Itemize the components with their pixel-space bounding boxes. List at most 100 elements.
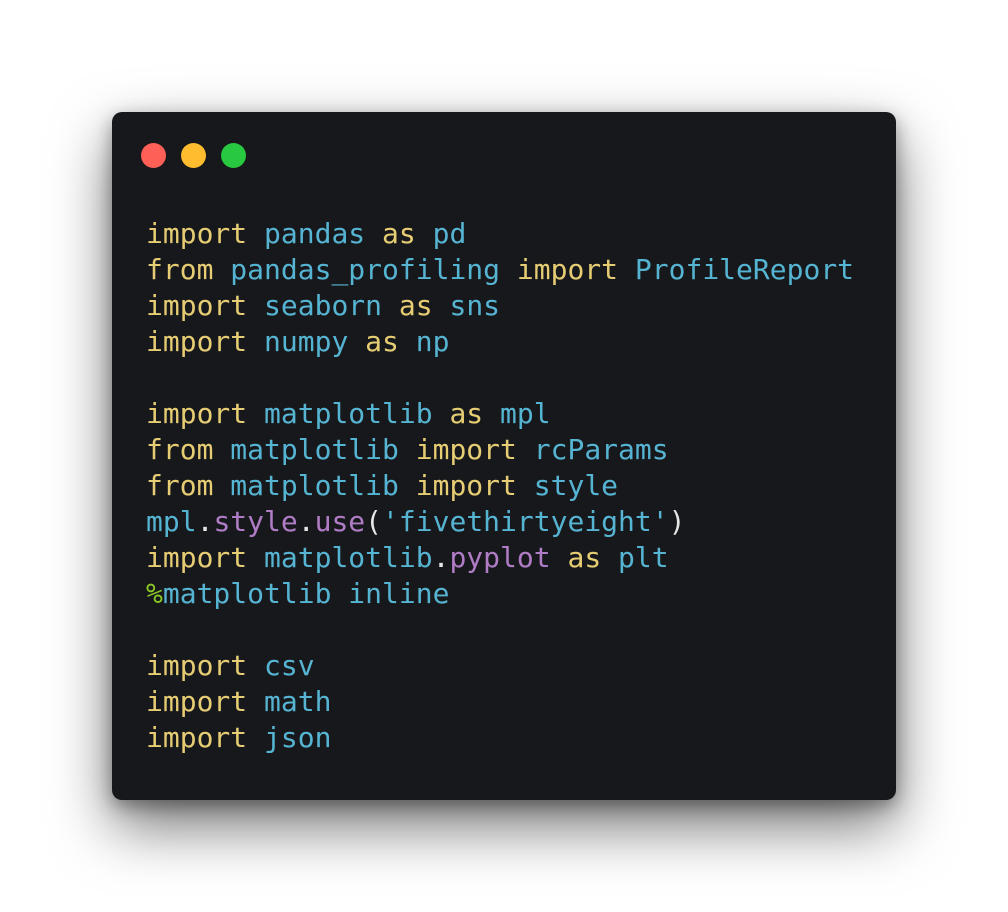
code-token-keyword: import	[146, 541, 248, 574]
maximize-button[interactable]	[221, 143, 246, 168]
code-token-name: matplotlib	[230, 469, 399, 502]
code-token-name: np	[415, 325, 450, 358]
code-token-name: seaborn	[264, 289, 383, 322]
code-token-string: 'fivethirtyeight'	[382, 505, 669, 538]
code-token-name: matplotlib	[230, 433, 399, 466]
code-token-magic: %	[146, 577, 163, 610]
code-token-keyword: import	[146, 397, 248, 430]
code-token-name: pandas	[264, 217, 366, 250]
code-line: import matplotlib as mpl	[146, 396, 854, 432]
code-token-keyword: from	[146, 433, 214, 466]
code-token-keyword: from	[146, 469, 214, 502]
code-token-name: json	[264, 721, 332, 754]
minimize-button[interactable]	[181, 143, 206, 168]
code-token-name: pd	[432, 217, 467, 250]
code-token-keyword: import	[146, 325, 248, 358]
code-token-name: matplotlib	[264, 541, 433, 574]
code-line: mpl.style.use('fivethirtyeight')	[146, 504, 854, 540]
code-token-keyword: as	[567, 541, 602, 574]
code-token-keyword: import	[146, 217, 248, 250]
code-token-name: style	[533, 469, 619, 502]
code-line: import numpy as np	[146, 324, 854, 360]
code-line: import math	[146, 684, 854, 720]
code-line: import seaborn as sns	[146, 288, 854, 324]
code-block: import pandas as pd from pandas_profiling…	[146, 216, 854, 756]
code-token-keyword: import	[146, 685, 248, 718]
code-token-keyword: as	[449, 397, 484, 430]
code-token-name: mpl	[500, 397, 551, 430]
code-token-keyword: from	[146, 253, 214, 286]
code-line: from matplotlib import rcParams	[146, 432, 854, 468]
close-button[interactable]	[141, 143, 166, 168]
code-token-name: matplotlib	[264, 397, 433, 430]
code-token-punct: .	[432, 541, 450, 574]
code-token-punct: .	[196, 505, 214, 538]
code-token-name: ProfileReport	[634, 253, 855, 286]
code-line: from pandas_profiling import ProfileRepo…	[146, 252, 854, 288]
code-token-keyword: as	[382, 217, 416, 250]
code-token-keyword: import	[415, 433, 517, 466]
code-line: import csv	[146, 648, 854, 684]
code-token-name: sns	[449, 289, 501, 322]
code-line: import json	[146, 720, 854, 756]
code-line: import pandas as pd	[146, 216, 854, 252]
code-token-punct: )	[668, 505, 686, 538]
code-token-attr: style	[213, 505, 298, 538]
code-token-name: numpy	[264, 325, 349, 358]
code-token-keyword: import	[146, 649, 248, 682]
code-token-attr: use	[314, 505, 366, 538]
code-token-name: plt	[618, 541, 669, 574]
code-token-punct: (	[365, 505, 383, 538]
code-token-name: rcParams	[533, 433, 669, 466]
code-token-keyword: import	[146, 721, 248, 754]
code-token-name: matplotlib	[162, 577, 332, 610]
code-line: from matplotlib import style	[146, 468, 854, 504]
code-token-keyword: import	[516, 253, 619, 286]
window-controls	[141, 143, 246, 168]
code-token-name: mpl	[146, 505, 197, 538]
code-line: import matplotlib.pyplot as plt	[146, 540, 854, 576]
code-token-attr: pyplot	[449, 541, 551, 574]
code-line: %matplotlib inline	[146, 576, 854, 612]
code-token-name: inline	[348, 577, 450, 610]
code-token-keyword: import	[146, 289, 248, 322]
code-token-keyword: import	[415, 469, 517, 502]
code-token-keyword: as	[365, 325, 399, 358]
code-token-name: math	[264, 685, 332, 718]
code-token-keyword: as	[398, 289, 433, 322]
code-token-name: pandas_profiling	[230, 253, 501, 286]
code-window: import pandas as pd from pandas_profiling…	[112, 112, 896, 800]
code-token-punct: .	[297, 505, 315, 538]
code-token-name: csv	[264, 649, 315, 682]
